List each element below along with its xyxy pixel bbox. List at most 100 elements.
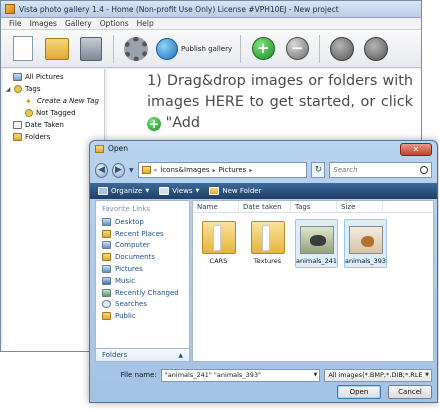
main-title-bar[interactable]: Vista photo gallery 1.4 - Home (Non-prof…	[1, 1, 421, 18]
new-project-button[interactable]	[9, 34, 37, 64]
close-button[interactable]: ✕	[400, 143, 432, 156]
expand-arrow-icon[interactable]: ◢	[5, 86, 11, 93]
file-name-label: File name:	[120, 371, 157, 379]
breadcrumb-icons-images[interactable]: Icons&Images	[160, 166, 209, 174]
new-folder-button[interactable]: New Folder	[209, 187, 262, 195]
add-button[interactable]: +	[249, 34, 277, 64]
file-item-animals-241[interactable]: animals_241	[295, 219, 338, 268]
remove-icon: −	[285, 37, 309, 60]
cancel-button[interactable]: Cancel	[388, 385, 432, 399]
dialog-folder-icon	[95, 144, 104, 153]
file-item-cars[interactable]: CARS	[197, 219, 240, 268]
folders-toggle[interactable]: Folders ▲	[96, 348, 189, 361]
tree-create-new-tag[interactable]: ✦ Create a New Tag	[3, 95, 104, 107]
settings-icon	[124, 36, 148, 61]
dialog-title-bar[interactable]: Open	[90, 141, 437, 156]
file-name-input[interactable]: "animals_241" "animals_393" ▼	[160, 368, 321, 382]
menu-help[interactable]: Help	[137, 19, 154, 28]
fav-link-label: Music	[115, 276, 135, 285]
recent-places-icon	[102, 229, 111, 238]
menu-gallery[interactable]: Gallery	[65, 19, 92, 28]
file-item-textures[interactable]: Textures	[246, 219, 289, 268]
command-bar: Organize ▼ Views ▼ New Folder	[90, 183, 437, 199]
organize-icon	[98, 187, 108, 195]
fav-link-public[interactable]: Public	[96, 310, 189, 322]
tree-not-tagged[interactable]: Not Tagged	[3, 107, 104, 119]
chevron-right-icon[interactable]: ▸	[249, 167, 252, 174]
search-input[interactable]: Search	[329, 162, 432, 178]
toolbar-separator	[240, 34, 242, 63]
menu-options[interactable]: Options	[100, 19, 129, 28]
fav-link-label: Public	[115, 312, 136, 321]
menu-file[interactable]: File	[9, 19, 22, 28]
search-placeholder: Search	[333, 166, 358, 174]
file-grid: CARS Textures animals_241 animals_393	[193, 213, 433, 274]
dialog-buttons: Open Cancel	[337, 385, 432, 399]
window-title: Vista photo gallery 1.4 - Home (Non-prof…	[19, 4, 339, 14]
fav-link-desktop[interactable]: Desktop	[96, 216, 189, 228]
fav-link-recent-places[interactable]: Recent Places	[96, 228, 189, 240]
column-header-date-taken[interactable]: Date taken	[239, 201, 291, 212]
file-type-select[interactable]: All images(*.BMP;*.DIB;*.RLE ▼	[324, 368, 432, 382]
menu-images[interactable]: Images	[30, 19, 57, 28]
computer-icon	[102, 241, 111, 250]
back-icon[interactable]: ◀	[95, 162, 108, 178]
fav-link-documents[interactable]: Documents	[96, 251, 189, 263]
refresh-icon[interactable]: ↻	[311, 162, 326, 178]
add-icon: +	[251, 37, 275, 60]
chevron-right-icon[interactable]: «	[154, 167, 158, 174]
column-header-name[interactable]: Name	[193, 201, 239, 212]
open-project-button[interactable]	[43, 34, 71, 64]
tree-tags[interactable]: ◢ Tags	[3, 83, 104, 95]
tree-date-taken[interactable]: Date Taken	[3, 119, 104, 131]
file-name-value: "animals_241" "animals_393"	[164, 370, 261, 379]
image-thumbnail	[299, 226, 334, 254]
folder-icon	[13, 133, 22, 141]
desktop-icon	[102, 217, 111, 226]
toolbar-separator	[319, 34, 321, 63]
favorite-links-pane: Favorite Links Desktop Recent Places Com…	[95, 200, 190, 362]
publish-gallery-button[interactable]: Publish gallery	[156, 37, 233, 60]
publish-gallery-label: Publish gallery	[181, 44, 233, 53]
fav-link-pictures[interactable]: Pictures	[96, 263, 189, 275]
chevron-right-icon[interactable]: ▸	[213, 167, 216, 174]
settings-button[interactable]	[122, 34, 150, 64]
fav-link-recently-changed[interactable]: Recently Changed	[96, 287, 189, 299]
rotate-right-button[interactable]	[362, 34, 390, 64]
views-label: Views	[172, 187, 193, 195]
save-project-button[interactable]	[77, 34, 105, 64]
forward-icon[interactable]: ▶	[111, 162, 125, 178]
column-header-size[interactable]: Size	[337, 201, 383, 212]
search-icon[interactable]	[419, 166, 428, 174]
tree-all-pictures-label: All Pictures	[25, 73, 64, 81]
documents-icon	[102, 253, 111, 262]
calendar-icon	[13, 121, 22, 129]
history-dropdown-icon[interactable]: ▼	[129, 167, 134, 174]
fav-link-computer[interactable]: Computer	[96, 240, 189, 252]
breadcrumb-pictures[interactable]: Pictures	[219, 166, 247, 174]
column-header-tags[interactable]: Tags	[291, 201, 337, 212]
organize-button[interactable]: Organize ▼	[98, 187, 149, 195]
rotate-right-icon	[364, 36, 389, 61]
column-headers: Name Date taken Tags Size	[193, 201, 433, 213]
open-button[interactable]: Open	[337, 385, 381, 399]
tree-folders[interactable]: Folders	[3, 131, 104, 143]
instructions-line: 1) Drag&drop images or folders with imag…	[147, 73, 413, 110]
rotate-left-button[interactable]	[328, 34, 356, 64]
file-item-animals-393[interactable]: animals_393	[344, 219, 387, 268]
fav-link-label: Searches	[115, 300, 148, 309]
fav-link-music[interactable]: Music	[96, 275, 189, 287]
save-project-icon	[80, 36, 102, 61]
tree-folders-label: Folders	[25, 133, 51, 141]
recently-changed-icon	[102, 288, 111, 297]
remove-button[interactable]: −	[283, 34, 311, 64]
tree-tags-label: Tags	[25, 85, 41, 93]
fav-link-searches[interactable]: Searches	[96, 299, 189, 311]
address-row: ◀ ▶ ▼ « Icons&Images ▸ Pictures ▸ ↻ Sear…	[95, 161, 432, 179]
address-bar[interactable]: « Icons&Images ▸ Pictures ▸	[137, 162, 308, 178]
app-icon	[5, 4, 15, 14]
chevron-down-icon[interactable]: ▼	[313, 370, 317, 381]
tree-all-pictures[interactable]: All Pictures	[3, 71, 104, 83]
views-button[interactable]: Views ▼	[159, 187, 199, 195]
fav-link-label: Recent Places	[115, 229, 164, 238]
